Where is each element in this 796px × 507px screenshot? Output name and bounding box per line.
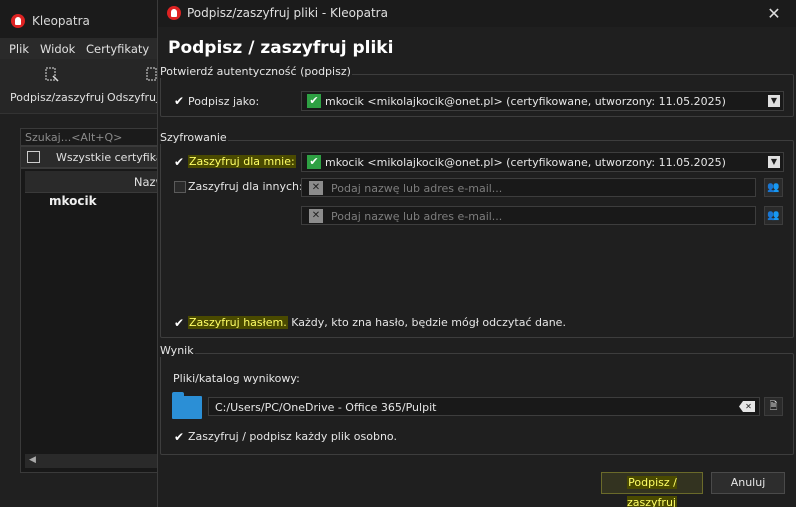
- main-titlebar: Kleopatra: [0, 0, 170, 38]
- output-dir-label: Pliki/katalog wynikowy:: [173, 372, 300, 385]
- menu-certificates[interactable]: Certyfikaty: [86, 42, 149, 56]
- scroll-left-icon[interactable]: ◀: [29, 455, 36, 465]
- invalid-recipient-icon: ✕: [309, 209, 323, 223]
- output-path-value: C:/Users/PC/OneDrive - Office 365/Pulpit: [215, 401, 437, 414]
- table-header-name[interactable]: Nazw: [25, 171, 171, 193]
- dialog-titlebar: Podpisz/zaszyfruj pliki - Kleopatra ✕: [158, 0, 796, 27]
- encrypt-for-me-value: mkocik <mikolajkocik@onet.pl> (certyfiko…: [325, 156, 726, 169]
- output-group-title: Wynik: [159, 344, 195, 357]
- encrypt-for-me-checkbox[interactable]: ✔: [174, 156, 186, 168]
- encrypt-group-title: Szyfrowanie: [159, 131, 228, 144]
- sign-encrypt-toolbar-label: Podpisz/zaszyfruj: [10, 91, 105, 104]
- dialog-title: Podpisz/zaszyfruj pliki - Kleopatra: [187, 6, 388, 20]
- sign-group-title: Potwierdź autentyczność (podpisz): [159, 65, 352, 78]
- encrypt-password-label: Zaszyfruj hasłem. Każdy, kto zna hasło, …: [188, 316, 566, 329]
- table-row[interactable]: mkocik: [49, 194, 97, 208]
- sign-encrypt-icon: [44, 67, 60, 83]
- recipient-input-2[interactable]: ✕ Podaj nazwę lub adres e-mail...: [301, 206, 756, 225]
- main-window-title: Kleopatra: [32, 14, 90, 28]
- add-recipient-icon[interactable]: 👥: [764, 206, 783, 225]
- sign-encrypt-dialog: Podpisz/zaszyfruj pliki - Kleopatra ✕ Po…: [157, 0, 796, 507]
- encrypt-for-me-select[interactable]: ✔ mkocik <mikolajkocik@onet.pl> (certyfi…: [301, 152, 784, 172]
- invalid-recipient-icon: ✕: [309, 181, 323, 195]
- folder-icon: [172, 392, 202, 419]
- encrypt-for-others-checkbox[interactable]: [174, 181, 186, 193]
- output-path-input[interactable]: C:/Users/PC/OneDrive - Office 365/Pulpit…: [208, 397, 760, 416]
- chevron-down-icon[interactable]: ▼: [768, 156, 780, 168]
- encrypt-for-others-label: Zaszyfruj dla innych:: [188, 180, 303, 193]
- certificate-filter[interactable]: Wszystkie certyfikaty: [20, 146, 174, 168]
- menu-file[interactable]: Plik: [9, 42, 29, 56]
- cancel-button[interactable]: Anuluj: [711, 472, 785, 494]
- clear-icon[interactable]: ✕: [739, 401, 755, 412]
- close-icon[interactable]: ✕: [751, 0, 796, 27]
- recipient-placeholder: Podaj nazwę lub adres e-mail...: [331, 210, 503, 223]
- sign-as-label: Podpisz jako:: [188, 95, 260, 108]
- page-title: Podpisz / zaszyfruj pliki: [168, 38, 394, 58]
- each-file-checkbox[interactable]: ✔: [174, 431, 186, 443]
- encrypt-password-checkbox[interactable]: ✔: [174, 317, 186, 329]
- chevron-down-icon[interactable]: ▼: [768, 95, 780, 107]
- certificate-search-input[interactable]: Szukaj...<Alt+Q>: [20, 128, 170, 146]
- main-toolbar: Podpisz/zaszyfruj Odszyfruj: [0, 59, 170, 114]
- kleopatra-logo-icon: [11, 14, 25, 28]
- sign-group: Potwierdź autentyczność (podpisz) ✔ Podp…: [159, 65, 794, 117]
- add-recipient-icon[interactable]: 👥: [764, 178, 783, 197]
- encrypt-group: Szyfrowanie ✔ Zaszyfruj dla mnie: ✔ mkoc…: [159, 131, 794, 338]
- certificate-valid-icon: ✔: [307, 155, 321, 169]
- browse-folder-icon[interactable]: 🗎: [764, 397, 783, 416]
- filter-label: Wszystkie certyfikaty: [56, 151, 174, 164]
- certificate-valid-icon: ✔: [307, 94, 321, 108]
- menu-bar: Plik Widok Certyfikaty: [0, 38, 170, 59]
- sign-as-checkbox[interactable]: ✔: [174, 95, 186, 107]
- certificate-table: Nazw mkocik ◀: [20, 168, 171, 473]
- horizontal-scrollbar[interactable]: ◀: [25, 454, 171, 468]
- status-bar: ⋰: [0, 490, 170, 507]
- decrypt-toolbar-label: Odszyfruj: [107, 91, 160, 104]
- main-window: Kleopatra Plik Widok Certyfikaty Podpisz…: [0, 0, 174, 507]
- recipient-input-1[interactable]: ✕ Podaj nazwę lub adres e-mail...: [301, 178, 756, 197]
- menu-view[interactable]: Widok: [40, 42, 75, 56]
- sign-as-select[interactable]: ✔ mkocik <mikolajkocik@onet.pl> (certyfi…: [301, 91, 784, 111]
- kleopatra-logo-icon: [167, 6, 181, 20]
- each-file-label: Zaszyfruj / podpisz każdy plik osobno.: [188, 430, 397, 443]
- recipient-placeholder: Podaj nazwę lub adres e-mail...: [331, 182, 503, 195]
- encrypt-for-me-label: Zaszyfruj dla mnie:: [188, 155, 296, 168]
- sign-encrypt-button[interactable]: Podpisz / zaszyfruj: [601, 472, 703, 507]
- filter-icon: [27, 151, 40, 163]
- sign-as-value: mkocik <mikolajkocik@onet.pl> (certyfiko…: [325, 95, 726, 108]
